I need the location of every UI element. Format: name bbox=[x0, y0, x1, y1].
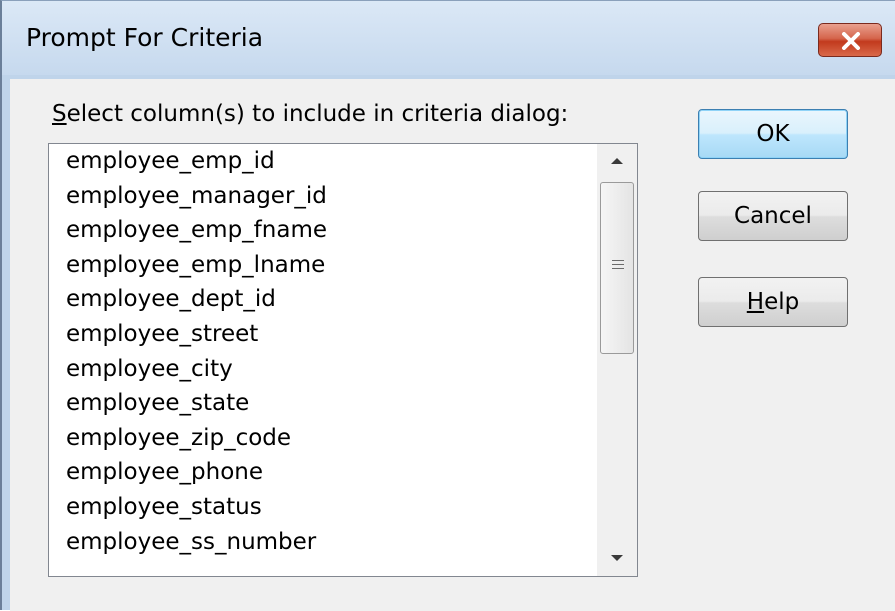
close-button[interactable] bbox=[818, 23, 882, 57]
list-item[interactable]: employee_manager_id bbox=[49, 179, 597, 214]
ok-button[interactable]: OK bbox=[698, 109, 848, 159]
instruction-text: elect column(s) to include in criteria d… bbox=[66, 101, 569, 127]
list-item[interactable]: employee_dept_id bbox=[49, 282, 597, 317]
scroll-up-button[interactable] bbox=[597, 144, 637, 178]
scroll-up-arrow-icon bbox=[611, 158, 623, 164]
scroll-down-button[interactable] bbox=[597, 542, 637, 576]
cancel-button[interactable]: Cancel bbox=[698, 191, 848, 241]
list-item[interactable]: employee_emp_lname bbox=[49, 248, 597, 283]
close-icon bbox=[842, 32, 860, 50]
list-item[interactable]: employee_status bbox=[49, 490, 597, 525]
prompt-for-criteria-dialog: Prompt For Criteria Select column(s) to … bbox=[0, 0, 895, 611]
list-item[interactable]: employee_emp_id bbox=[49, 144, 597, 179]
scroll-down-arrow-icon bbox=[611, 555, 623, 561]
list-item[interactable]: employee_street bbox=[49, 317, 597, 352]
column-list: employee_emp_id employee_manager_id empl… bbox=[49, 144, 597, 576]
help-label: elp bbox=[764, 289, 800, 315]
list-item[interactable]: employee_emp_fname bbox=[49, 213, 597, 248]
help-mnemonic: H bbox=[746, 289, 765, 315]
vertical-scrollbar[interactable] bbox=[597, 144, 637, 576]
help-button[interactable]: Help bbox=[698, 277, 848, 327]
list-item[interactable]: employee_ss_number bbox=[49, 525, 597, 560]
scrollbar-thumb[interactable] bbox=[600, 182, 634, 354]
list-item[interactable]: employee_state bbox=[49, 386, 597, 421]
window-title: Prompt For Criteria bbox=[26, 23, 264, 52]
instruction-label: Select column(s) to include in criteria … bbox=[52, 101, 568, 127]
title-bar[interactable]: Prompt For Criteria bbox=[2, 1, 895, 75]
dialog-client-area: Select column(s) to include in criteria … bbox=[10, 79, 895, 611]
list-item[interactable]: employee_phone bbox=[49, 455, 597, 490]
scrollbar-grip-icon bbox=[612, 260, 624, 272]
list-item[interactable]: employee_city bbox=[49, 352, 597, 387]
column-listbox[interactable]: employee_emp_id employee_manager_id empl… bbox=[48, 143, 638, 577]
list-item[interactable]: employee_zip_code bbox=[49, 421, 597, 456]
instruction-mnemonic: S bbox=[52, 101, 67, 127]
